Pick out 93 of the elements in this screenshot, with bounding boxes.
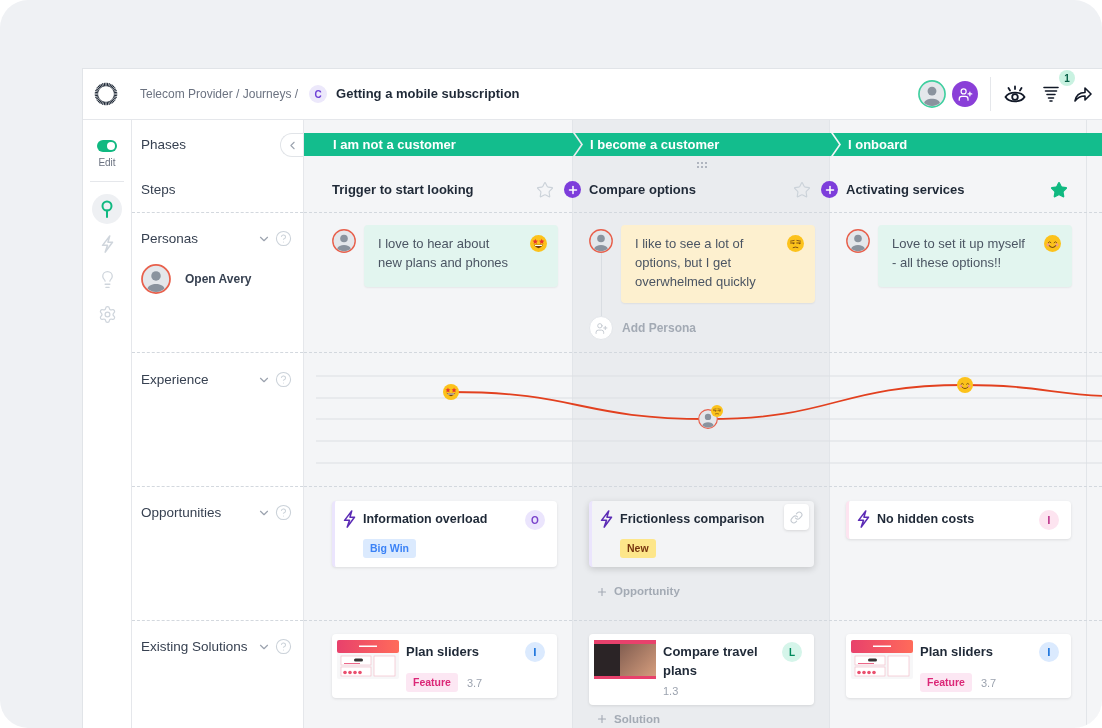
row-label: Experience <box>141 371 209 388</box>
invite-button[interactable] <box>952 81 978 107</box>
opportunity-card[interactable]: No hidden costs I <box>846 501 1071 539</box>
note-text: I love to hear about new plans and phones <box>378 235 510 272</box>
unamused-emoji-icon <box>711 405 723 417</box>
edit-toggle[interactable] <box>97 140 117 152</box>
solution-title: Plan sliders <box>406 643 479 661</box>
lightning-icon <box>857 510 870 528</box>
gear-icon <box>97 304 117 324</box>
star-icon[interactable] <box>793 180 811 199</box>
plus-icon <box>566 183 579 196</box>
plus-icon <box>596 713 608 725</box>
member-initial: I <box>525 642 545 662</box>
row-label: Personas <box>141 230 199 247</box>
opportunity-card[interactable]: Information overload Big Win O <box>332 501 557 567</box>
avatar-icon <box>141 264 171 294</box>
share-icon[interactable] <box>1074 86 1092 102</box>
smiling-emoji-icon <box>957 377 973 393</box>
star-struck-emoji-icon <box>530 235 547 252</box>
rating-text: 3.7 <box>466 675 483 691</box>
member-initial: I <box>1039 642 1059 662</box>
star-struck-emoji-icon <box>443 384 459 400</box>
opportunity-card[interactable]: Frictionless comparison New <box>589 501 814 567</box>
member-initial: I <box>1039 510 1059 530</box>
solution-card[interactable]: Plan sliders I Feature 3.7 <box>332 634 557 698</box>
solution-card[interactable]: Plan sliders I Feature 3.7 <box>846 634 1071 698</box>
member-initial: O <box>525 510 545 530</box>
eye-icon[interactable] <box>1004 84 1026 104</box>
add-step-button[interactable] <box>564 181 581 198</box>
persona-note[interactable]: I like to see a lot of options, but I get overwhelmed quickly <box>621 225 815 303</box>
photo-placeholder <box>594 640 656 679</box>
help-icon[interactable] <box>275 371 292 388</box>
type-tag: Feature <box>406 673 458 692</box>
smiling-emoji-icon <box>1044 235 1061 252</box>
row-label: Opportunities <box>141 504 222 521</box>
phase-banner: I am not a customer <box>304 133 581 156</box>
step-title: Activating services <box>846 180 965 199</box>
avatar-icon <box>589 229 613 253</box>
rating-text: 1.3 <box>663 684 679 699</box>
avatar-icon <box>846 229 870 253</box>
persona-note[interactable]: I love to hear about new plans and phones <box>364 225 558 287</box>
lightning-icon <box>600 510 613 528</box>
phase-banner: I become a customer <box>575 133 839 156</box>
solution-title: Compare travel plans <box>663 643 759 680</box>
row-label: Phases <box>141 137 187 153</box>
breadcrumb[interactable]: Telecom Provider / Journeys / <box>140 85 299 103</box>
opportunity-title: No hidden costs <box>877 511 975 528</box>
plus-icon <box>596 585 608 598</box>
solution-card[interactable]: Compare travel plans L 1.3 <box>589 634 814 705</box>
opportunity-title: Information overload <box>363 511 488 528</box>
rating-text: 3.7 <box>980 675 997 691</box>
link-icon <box>790 510 803 524</box>
phase-banner: I onboard <box>833 133 1102 156</box>
note-text: Love to set it up myself - all these options!! <box>892 235 1026 272</box>
row-label: Existing Solutions <box>141 638 248 655</box>
solution-title: Plan sliders <box>920 643 993 661</box>
lightning-icon <box>343 510 356 528</box>
app-screenshot-drawing <box>851 640 913 679</box>
add-step-button[interactable] <box>821 181 838 198</box>
status-tag: New <box>620 539 656 558</box>
persona-name: Open Avery <box>185 271 252 288</box>
persona-note[interactable]: Love to set it up myself - all these options!! <box>878 225 1072 287</box>
journey-title: Getting a mobile subscription <box>336 85 520 104</box>
link-button[interactable] <box>784 504 809 530</box>
edit-label: Edit <box>98 157 116 169</box>
lightning-icon <box>100 235 114 253</box>
step-title: Compare options <box>589 180 696 199</box>
plus-icon <box>823 183 836 196</box>
journey-initial: C <box>309 85 328 103</box>
avatar-icon <box>918 80 946 108</box>
app-screenshot-drawing <box>337 640 399 679</box>
member-initial: L <box>782 642 802 662</box>
filter-count: 1 <box>1059 70 1075 86</box>
impact-tag: Big Win <box>363 539 416 558</box>
star-icon[interactable] <box>1050 180 1068 199</box>
opportunity-title: Frictionless comparison <box>620 511 765 528</box>
user-plus-icon <box>957 86 973 102</box>
pin-icon <box>101 200 113 218</box>
type-tag: Feature <box>920 673 972 692</box>
star-icon[interactable] <box>536 180 554 199</box>
filter-icon[interactable] <box>1043 86 1059 102</box>
row-label: Steps <box>141 181 176 198</box>
unamused-emoji-icon <box>787 235 804 252</box>
collapse-button[interactable] <box>280 133 303 157</box>
note-text: I like to see a lot of options, but I get overwhelmed quickly <box>635 235 757 291</box>
help-icon[interactable] <box>275 504 292 521</box>
ring-logo-icon[interactable] <box>94 82 118 106</box>
help-icon[interactable] <box>275 230 292 247</box>
drag-handle-icon[interactable] <box>696 162 707 168</box>
step-title: Trigger to start looking <box>332 180 474 199</box>
avatar-icon <box>332 229 356 253</box>
help-icon[interactable] <box>275 638 292 655</box>
sidebar-tab[interactable] <box>92 194 122 224</box>
